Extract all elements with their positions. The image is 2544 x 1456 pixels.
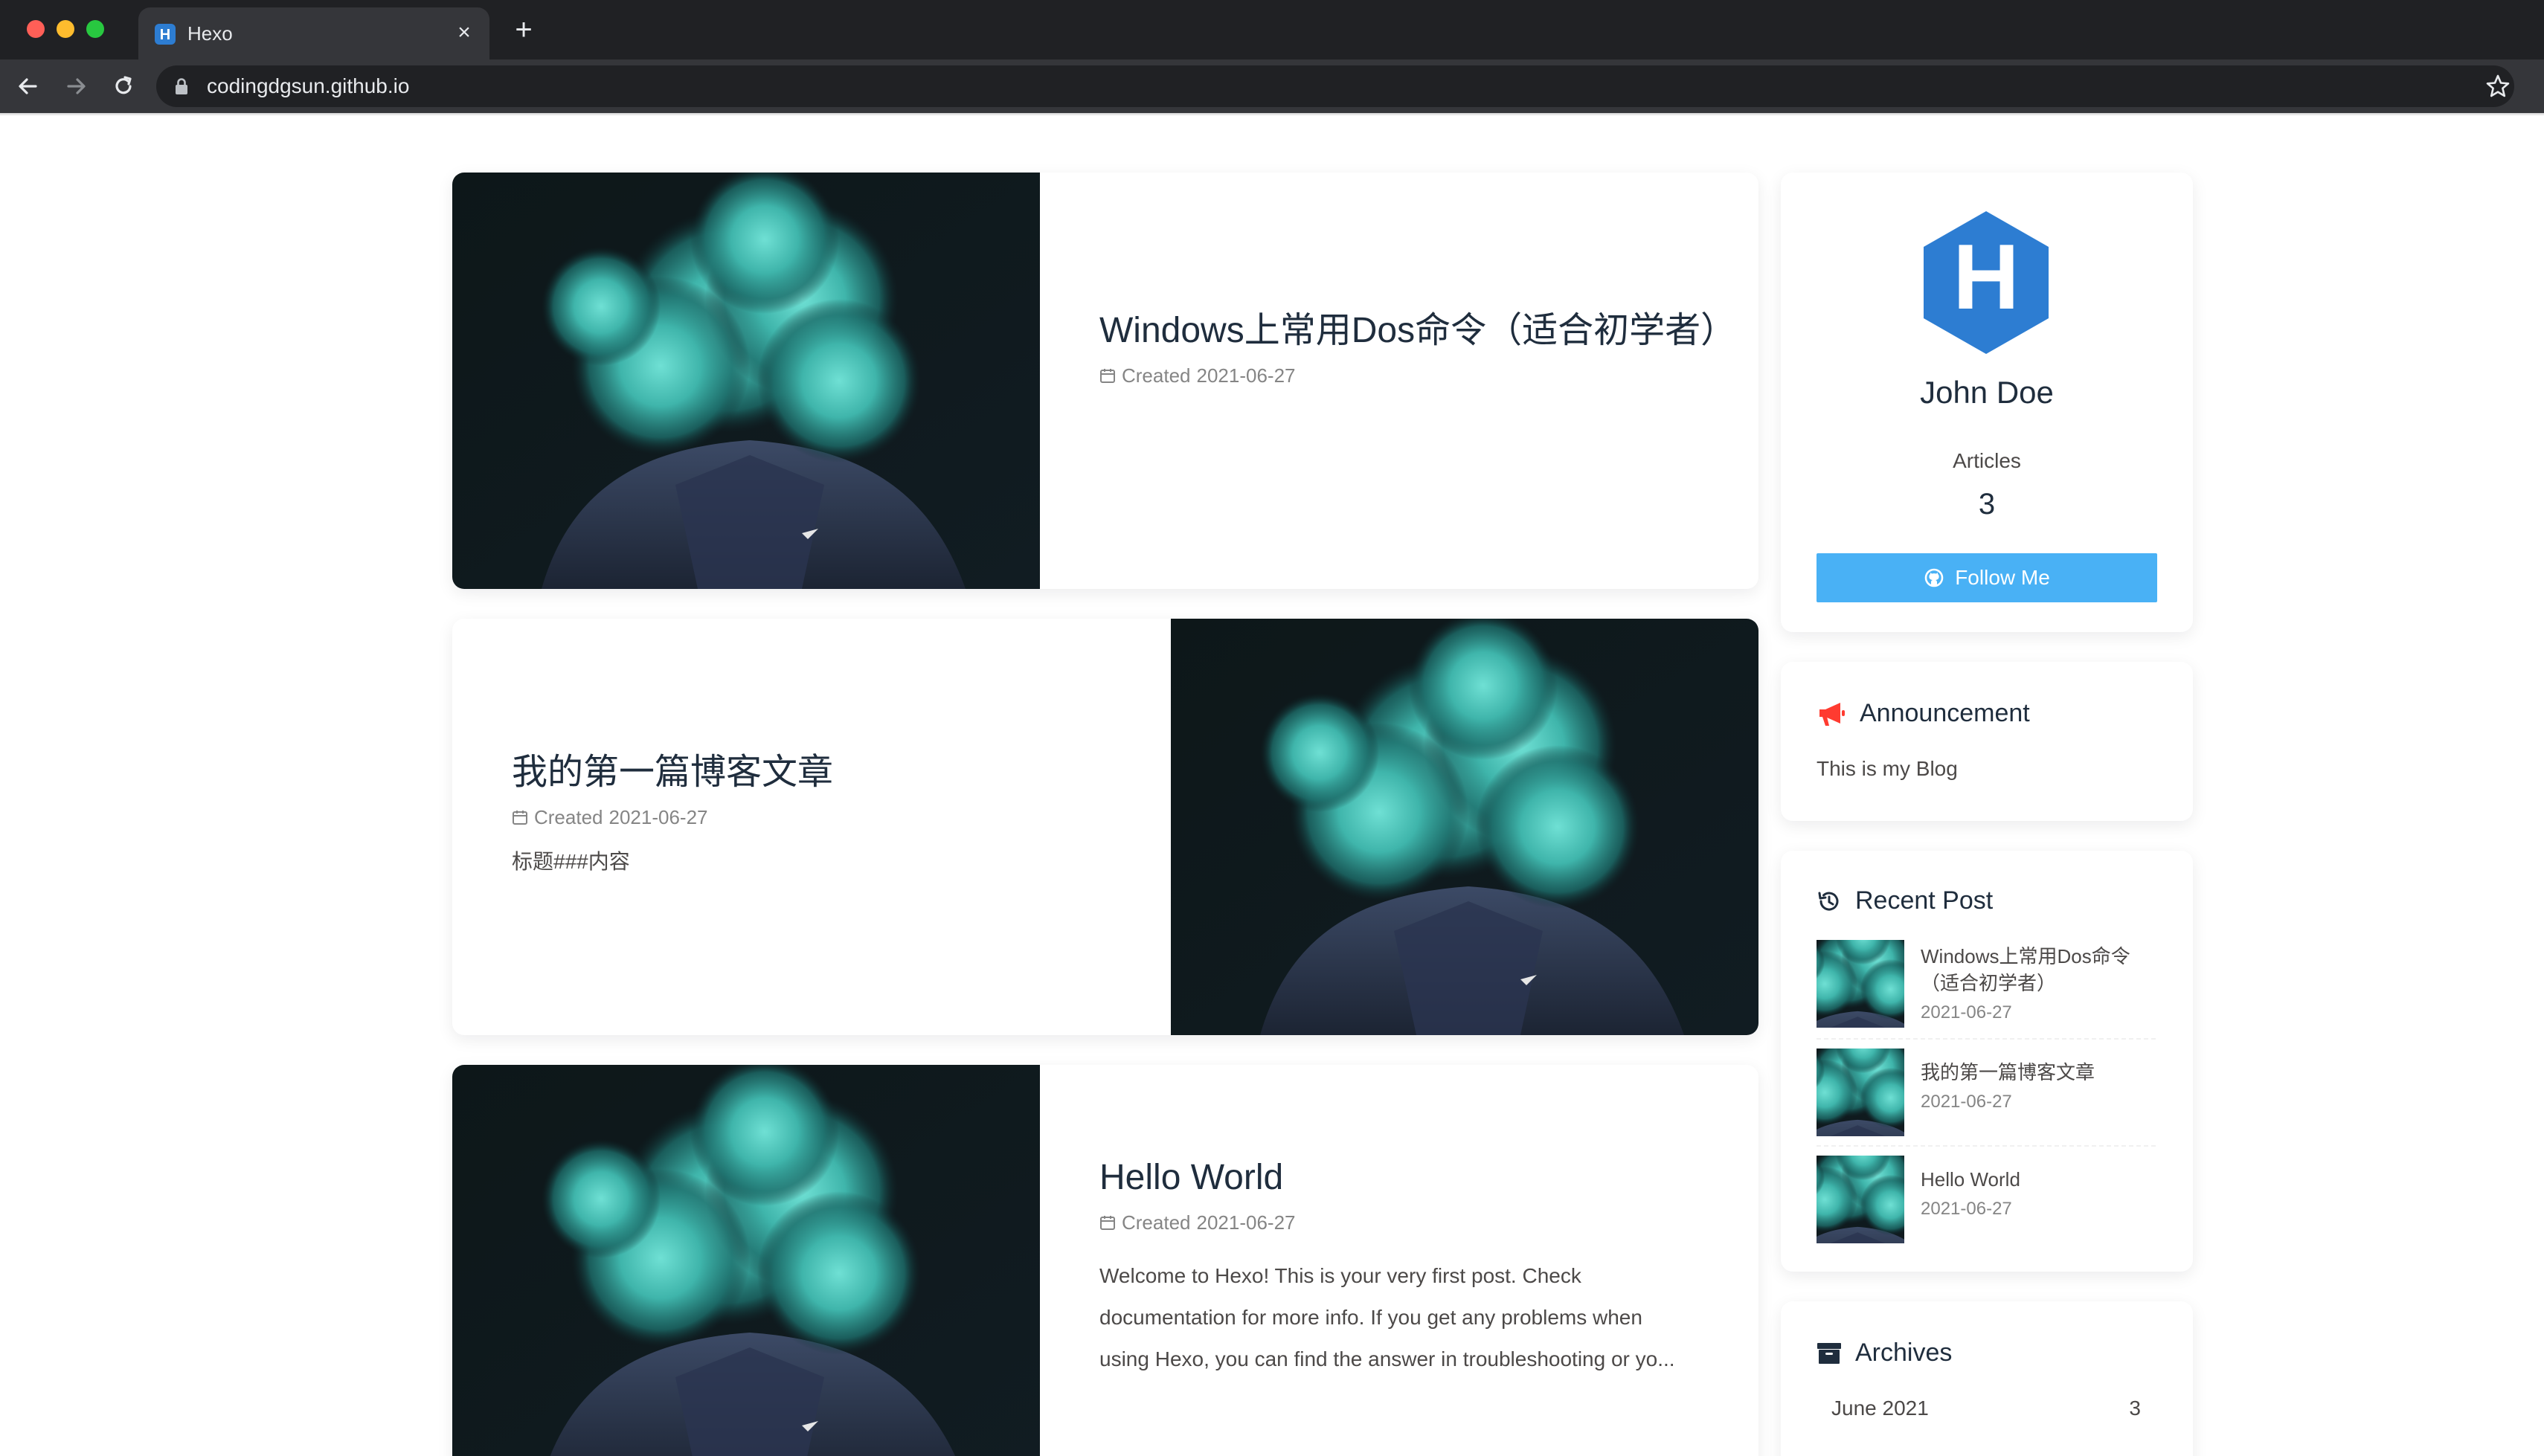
hexo-favicon-icon: H — [155, 24, 176, 45]
browser-tab-bar: H Hexo × + — [0, 0, 2544, 59]
post-card: Windows上常用Dos命令（适合初学者） Created 2021-06-2… — [452, 173, 1758, 589]
new-tab-icon[interactable]: + — [509, 15, 539, 45]
post-cover-image[interactable] — [1171, 619, 1758, 1035]
close-window-button[interactable] — [27, 20, 45, 38]
post-date: 2021-06-27 — [1196, 1211, 1296, 1234]
tab-title: Hexo — [187, 22, 233, 45]
post-title-link[interactable]: 我的第一篇博客文章 — [512, 749, 1159, 796]
recent-posts-card: Recent Post Windows上常用Dos命令（适合初学者） 2021-… — [1781, 851, 2193, 1272]
recent-posts-header: Recent Post — [1817, 886, 1993, 915]
archive-count: 3 — [2129, 1397, 2141, 1420]
bookmark-star-icon[interactable] — [2483, 71, 2513, 101]
recent-divider — [1817, 1145, 2156, 1147]
recent-post-title[interactable]: Hello World — [1921, 1166, 2020, 1193]
history-icon — [1818, 892, 1839, 911]
post-card: Hello World Created 2021-06-27 Welcome t… — [452, 1065, 1758, 1456]
announcement-text: This is my Blog — [1817, 757, 1958, 780]
minimize-window-button[interactable] — [57, 20, 74, 38]
address-bar[interactable]: codingdgsun.github.io — [156, 65, 2514, 107]
url-text[interactable]: codingdgsun.github.io — [207, 74, 409, 98]
post-info: Windows上常用Dos命令（适合初学者） Created 2021-06-2… — [1099, 173, 1758, 589]
post-cover-image[interactable] — [452, 173, 1040, 589]
reload-icon[interactable] — [109, 71, 138, 101]
browser-toolbar: codingdgsun.github.io — [0, 59, 2544, 113]
recent-post-thumbnail[interactable] — [1817, 1156, 1904, 1243]
post-date: 2021-06-27 — [608, 806, 708, 828]
announcement-card: Announcement This is my Blog — [1781, 662, 2193, 821]
archives-card: Archives June 2021 3 — [1781, 1301, 2193, 1456]
post-card: 我的第一篇博客文章 Created 2021-06-27 标题###内容 — [452, 619, 1758, 1035]
maximize-window-button[interactable] — [86, 20, 104, 38]
calendar-icon — [1100, 1216, 1115, 1230]
created-label: Created — [534, 806, 603, 828]
back-arrow-icon[interactable] — [13, 71, 43, 101]
post-excerpt: 标题###内容 — [512, 850, 630, 873]
post-meta: Created 2021-06-27 — [512, 805, 1159, 829]
recent-post-title[interactable]: 我的第一篇博客文章 — [1921, 1059, 2095, 1086]
archive-month: June 2021 — [1831, 1397, 1929, 1420]
post-date: 2021-06-27 — [1196, 364, 1296, 387]
close-tab-icon[interactable]: × — [451, 19, 478, 46]
browser-tab[interactable]: H Hexo × — [138, 7, 489, 59]
recent-divider — [1817, 1038, 2156, 1040]
svg-text:H: H — [1953, 226, 2020, 329]
created-label: Created — [1122, 364, 1191, 387]
recent-post-thumbnail[interactable] — [1817, 940, 1904, 1028]
toolbar-shadow — [0, 113, 2544, 116]
svg-text:H: H — [160, 27, 170, 43]
forward-arrow-icon[interactable] — [61, 71, 91, 101]
bullhorn-icon — [1819, 702, 1845, 726]
recent-post-thumbnail[interactable] — [1817, 1048, 1904, 1136]
announcement-header: Announcement — [1817, 699, 2030, 728]
archives-heading: Archives — [1855, 1339, 1953, 1367]
recent-post-title[interactable]: Windows上常用Dos命令（适合初学者） — [1921, 943, 2156, 996]
post-info: Hello World Created 2021-06-27 Welcome t… — [1099, 1065, 1758, 1456]
recent-posts-heading: Recent Post — [1855, 886, 1994, 915]
lock-icon[interactable] — [174, 77, 189, 95]
calendar-icon — [513, 811, 527, 825]
articles-count[interactable]: 3 — [1781, 488, 2193, 521]
announcement-heading: Announcement — [1860, 699, 2030, 727]
follow-me-button[interactable]: Follow Me — [1817, 553, 2157, 602]
recent-post-item[interactable]: Hello World 2021-06-27 — [1817, 1156, 2156, 1243]
recent-post-date: 2021-06-27 — [1921, 1199, 2012, 1219]
post-title-link[interactable]: Hello World — [1099, 1158, 1283, 1197]
recent-post-item[interactable]: Windows上常用Dos命令（适合初学者） 2021-06-27 — [1817, 940, 2156, 1028]
created-label: Created — [1122, 1211, 1191, 1234]
recent-post-item[interactable]: 我的第一篇博客文章 2021-06-27 — [1817, 1048, 2156, 1136]
author-info-card: H John Doe Articles 3 Follow Me — [1781, 173, 2193, 632]
post-title-link[interactable]: Windows上常用Dos命令（适合初学者） — [1099, 307, 1758, 355]
post-meta: Created 2021-06-27 — [1099, 1211, 1758, 1234]
follow-me-label: Follow Me — [1955, 566, 2050, 589]
post-meta: Created 2021-06-27 — [1099, 364, 1758, 387]
archives-header: Archives — [1817, 1339, 1952, 1368]
articles-label[interactable]: Articles — [1781, 449, 2193, 473]
archive-box-icon — [1817, 1342, 1841, 1364]
archive-item[interactable]: June 2021 3 — [1817, 1397, 2156, 1420]
recent-post-date: 2021-06-27 — [1921, 1092, 2012, 1112]
post-info: 我的第一篇博客文章 Created 2021-06-27 标题###内容 — [512, 619, 1159, 1035]
recent-post-date: 2021-06-27 — [1921, 1002, 2012, 1022]
calendar-icon — [1100, 369, 1115, 383]
avatar[interactable]: H — [1919, 208, 2053, 357]
post-cover-image[interactable] — [452, 1065, 1040, 1456]
post-excerpt: Welcome to Hexo! This is your very first… — [1099, 1264, 1675, 1370]
github-icon — [1924, 568, 1944, 587]
author-name: John Doe — [1920, 375, 2054, 410]
